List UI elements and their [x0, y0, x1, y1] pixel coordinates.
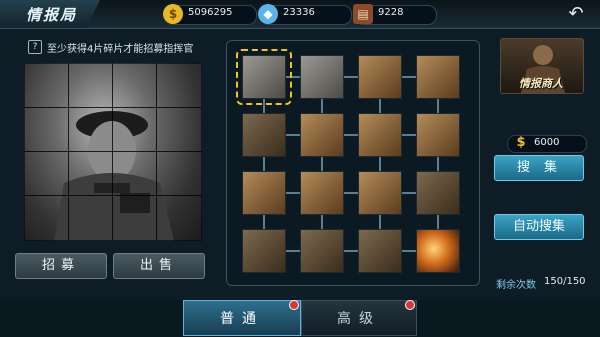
connector [321, 99, 323, 113]
connector [379, 215, 381, 229]
connector [437, 215, 439, 229]
commander-portrait [24, 63, 202, 241]
fragment-tile[interactable] [416, 229, 460, 273]
back-arrow-icon[interactable]: ↶ [558, 4, 594, 24]
fragment-tile[interactable] [358, 229, 402, 273]
remaining-value: 150/150 [544, 276, 586, 287]
connector [379, 99, 381, 113]
recruit-button[interactable]: 招募 [15, 253, 107, 279]
fragment-tile[interactable] [242, 113, 286, 157]
collect-button[interactable]: 搜集 [494, 155, 584, 181]
fragment-tile[interactable] [358, 113, 402, 157]
page-title: 情报局 [26, 6, 78, 24]
fragment-tile[interactable] [300, 113, 344, 157]
merchant-label: 情报商人 [519, 77, 563, 90]
gold-value: 5096295 [188, 7, 233, 18]
connector [437, 157, 439, 171]
price-value: 6000 [534, 137, 560, 148]
tab-normal[interactable]: 普通 [183, 300, 301, 336]
question-icon: ? [28, 40, 42, 54]
fragment-tile[interactable] [242, 229, 286, 273]
selection-marker [236, 49, 292, 105]
fragment-tile[interactable] [300, 171, 344, 215]
connector [263, 215, 265, 229]
diamond-icon: ◆ [258, 4, 278, 24]
connector [321, 215, 323, 229]
fragment-tile[interactable] [416, 171, 460, 215]
tab-advanced[interactable]: 高级 [301, 300, 417, 336]
notification-dot [405, 300, 415, 310]
connector [321, 157, 323, 171]
fragment-tile[interactable] [300, 55, 344, 99]
connector [437, 99, 439, 113]
book-value: 9228 [378, 7, 404, 18]
fragment-tile[interactable] [358, 55, 402, 99]
gold-coin-icon: $ [163, 4, 183, 24]
connector [379, 157, 381, 171]
notification-dot [289, 300, 299, 310]
fragment-tile[interactable] [300, 229, 344, 273]
diamond-value: 23336 [283, 7, 315, 18]
connector [263, 157, 265, 171]
sell-button[interactable]: 出售 [113, 253, 205, 279]
gold-coin-icon: $ [516, 134, 526, 150]
fragment-tile[interactable] [416, 113, 460, 157]
fragment-tile[interactable] [242, 171, 286, 215]
book-icon: ▤ [353, 4, 373, 24]
fragment-tile[interactable] [358, 171, 402, 215]
auto-collect-button[interactable]: 自动搜集 [494, 214, 584, 240]
hint-text: 至少获得4片碎片才能招募指挥官 [47, 44, 194, 55]
fragment-tile[interactable] [416, 55, 460, 99]
remaining-label: 剩余次数 [496, 280, 536, 291]
